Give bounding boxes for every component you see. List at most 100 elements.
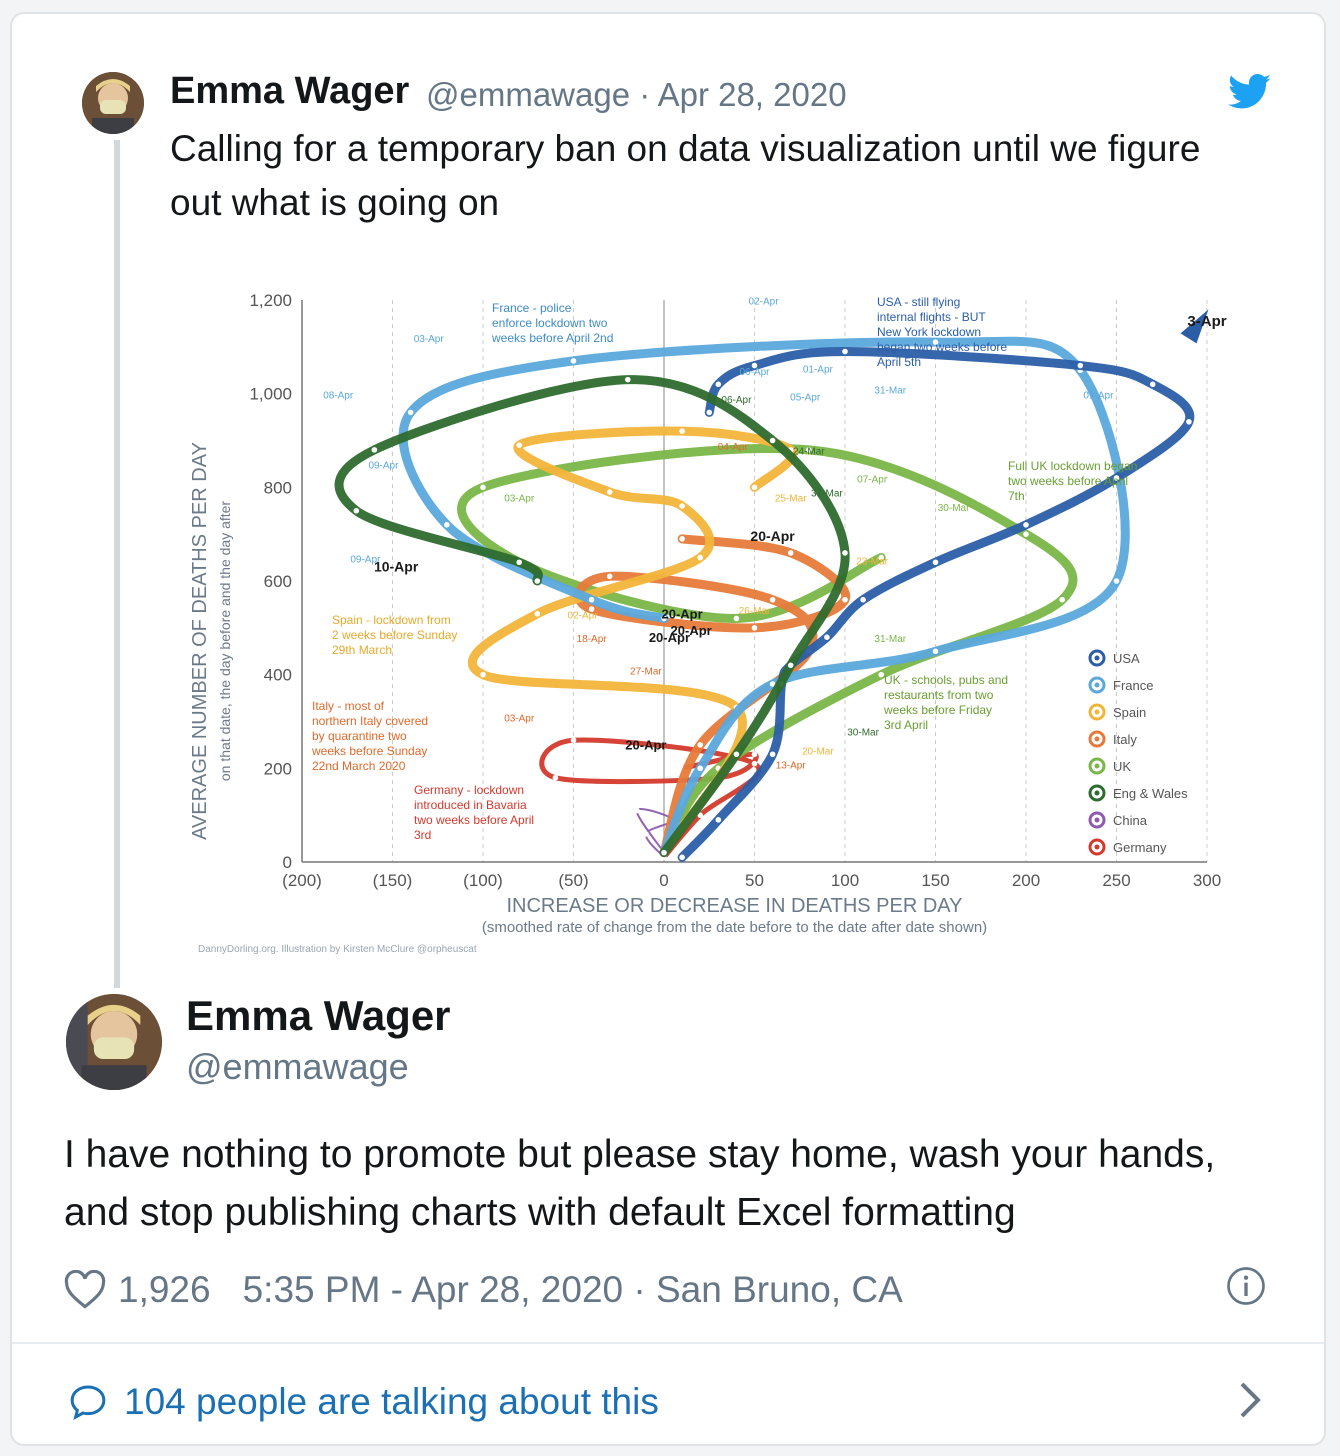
data-point	[552, 774, 559, 781]
y-tick-label: 600	[264, 572, 292, 591]
data-point	[606, 489, 613, 495]
date-label: 18-Apr	[577, 634, 608, 645]
date-label: 20-Apr	[750, 528, 795, 544]
data-point	[679, 854, 685, 861]
data-point	[371, 447, 378, 453]
legend-label: UK	[1113, 759, 1131, 774]
date-label: 02-Apr	[749, 297, 780, 308]
annotation-line: Spain - lockdown from	[332, 613, 451, 627]
quoted-author-handle-date[interactable]: @emmawage · Apr 28, 2020	[426, 76, 847, 114]
date-label: 23-Mar	[856, 557, 888, 568]
main-author-avatar[interactable]	[66, 994, 162, 1090]
date-label: 01-Apr	[803, 365, 834, 376]
data-point	[570, 737, 577, 744]
y-tick-label: 400	[264, 666, 292, 685]
legend-label: USA	[1113, 651, 1140, 666]
y-tick-label: 200	[264, 759, 292, 778]
annotation-line: USA - still flying	[877, 295, 960, 309]
annotation-line: weeks before Sunday	[311, 744, 427, 758]
data-point	[353, 507, 360, 514]
quoted-tweet-text: Calling for a temporary ban on data visu…	[170, 128, 1201, 223]
data-point	[661, 849, 667, 856]
legend-label: Eng & Wales	[1113, 786, 1188, 801]
data-point	[516, 442, 522, 448]
twitter-bird-icon[interactable]	[1228, 74, 1272, 110]
date-label: 10-Apr	[374, 559, 419, 575]
data-point	[715, 381, 722, 388]
data-point	[697, 742, 703, 748]
main-author-name[interactable]: Emma Wager	[186, 992, 451, 1040]
legend-label: France	[1113, 678, 1153, 693]
legend-swatch-dot	[1094, 817, 1100, 823]
data-point	[751, 760, 758, 767]
annotation-line: introduced in Bavaria	[414, 798, 527, 812]
data-point	[679, 536, 685, 542]
deaths-spiral-chart: (200) (150) (100) (50) 0 50 100 150 200 250 300 0 20…	[162, 264, 1252, 955]
tweet-chart-image[interactable]: (200) (150) (100) (50) 0 50 100 150 200 250 300 0 20…	[162, 264, 1252, 955]
data-point	[480, 671, 486, 678]
date-label: 13-Apr	[776, 760, 807, 771]
like-count[interactable]: 1,926	[118, 1269, 211, 1311]
annotation-line: Italy - most of	[312, 699, 385, 713]
data-point	[1149, 381, 1156, 388]
x-tick-label: 50	[745, 871, 764, 890]
tweet-timestamp[interactable]: 5:35 PM - Apr 28, 2020 · San Bruno, CA	[243, 1269, 903, 1311]
date-label: 03-Apr	[414, 334, 445, 345]
date-label: 20-Mar	[802, 746, 834, 757]
main-tweet-text: I have nothing to promote but please sta…	[64, 1133, 1216, 1234]
date-label: 04-Apr	[718, 442, 749, 453]
data-point	[842, 550, 848, 556]
date-label: 08-Apr	[323, 390, 354, 401]
annotation-line: 7th	[1008, 489, 1025, 503]
data-point	[1023, 522, 1029, 528]
chevron-right-icon[interactable]	[1238, 1380, 1262, 1420]
data-point	[824, 634, 830, 640]
footer-divider	[12, 1342, 1324, 1344]
legend-swatch-dot	[1094, 682, 1100, 688]
y-tick-label: 0	[283, 853, 292, 872]
date-label: 09-Apr	[368, 461, 399, 472]
date-label: 26-Mar	[739, 606, 771, 617]
heart-icon[interactable]	[64, 1270, 106, 1310]
legend-swatch-dot	[1094, 736, 1100, 742]
date-label: 07-Apr	[857, 475, 888, 486]
annotation-line: France - police	[492, 301, 572, 315]
legend-label: Spain	[1113, 705, 1146, 720]
avatar-photo	[66, 994, 162, 1090]
data-point	[570, 358, 577, 364]
x-tick-label: 300	[1193, 871, 1221, 890]
date-label: 20-Apr	[649, 630, 690, 645]
quoted-author-name[interactable]: Emma Wager	[170, 70, 409, 113]
legend-swatch-dot	[1094, 763, 1100, 769]
data-point	[444, 522, 450, 528]
quoted-author-avatar[interactable]	[82, 72, 144, 134]
data-point	[787, 662, 794, 669]
info-icon[interactable]	[1226, 1266, 1266, 1306]
avatar-photo	[82, 72, 144, 134]
data-point	[407, 409, 414, 416]
date-label: 20-Apr	[625, 738, 666, 753]
y-tick-label: 1,000	[249, 385, 292, 404]
legend-swatch-dot	[1094, 709, 1100, 715]
conversation-link[interactable]: 104 people are talking about this	[68, 1372, 659, 1432]
annotation-line: two weeks before April	[1008, 474, 1128, 488]
data-point	[516, 559, 522, 566]
data-point	[625, 376, 631, 383]
y-axis-subtitle: on that date, the day before and the day…	[217, 501, 233, 782]
data-point	[842, 348, 848, 355]
data-point	[588, 596, 595, 603]
annotation-line: 29th March	[332, 643, 392, 657]
x-tick-label: (100)	[463, 871, 503, 890]
data-point	[787, 550, 794, 556]
annotation-line: by quarantine two	[312, 729, 407, 743]
data-point	[480, 484, 486, 491]
date-label: 09-Apr	[350, 554, 381, 565]
x-tick-label: (200)	[282, 871, 322, 890]
main-author-handle[interactable]: @emmawage	[186, 1046, 409, 1088]
date-label: 31-Mar	[874, 386, 906, 397]
x-axis-title: INCREASE OR DECREASE IN DEATHS PER DAY	[506, 895, 962, 917]
x-tick-label: (150)	[373, 871, 413, 890]
data-point	[706, 409, 713, 416]
data-point	[769, 437, 776, 444]
data-point	[715, 817, 722, 823]
